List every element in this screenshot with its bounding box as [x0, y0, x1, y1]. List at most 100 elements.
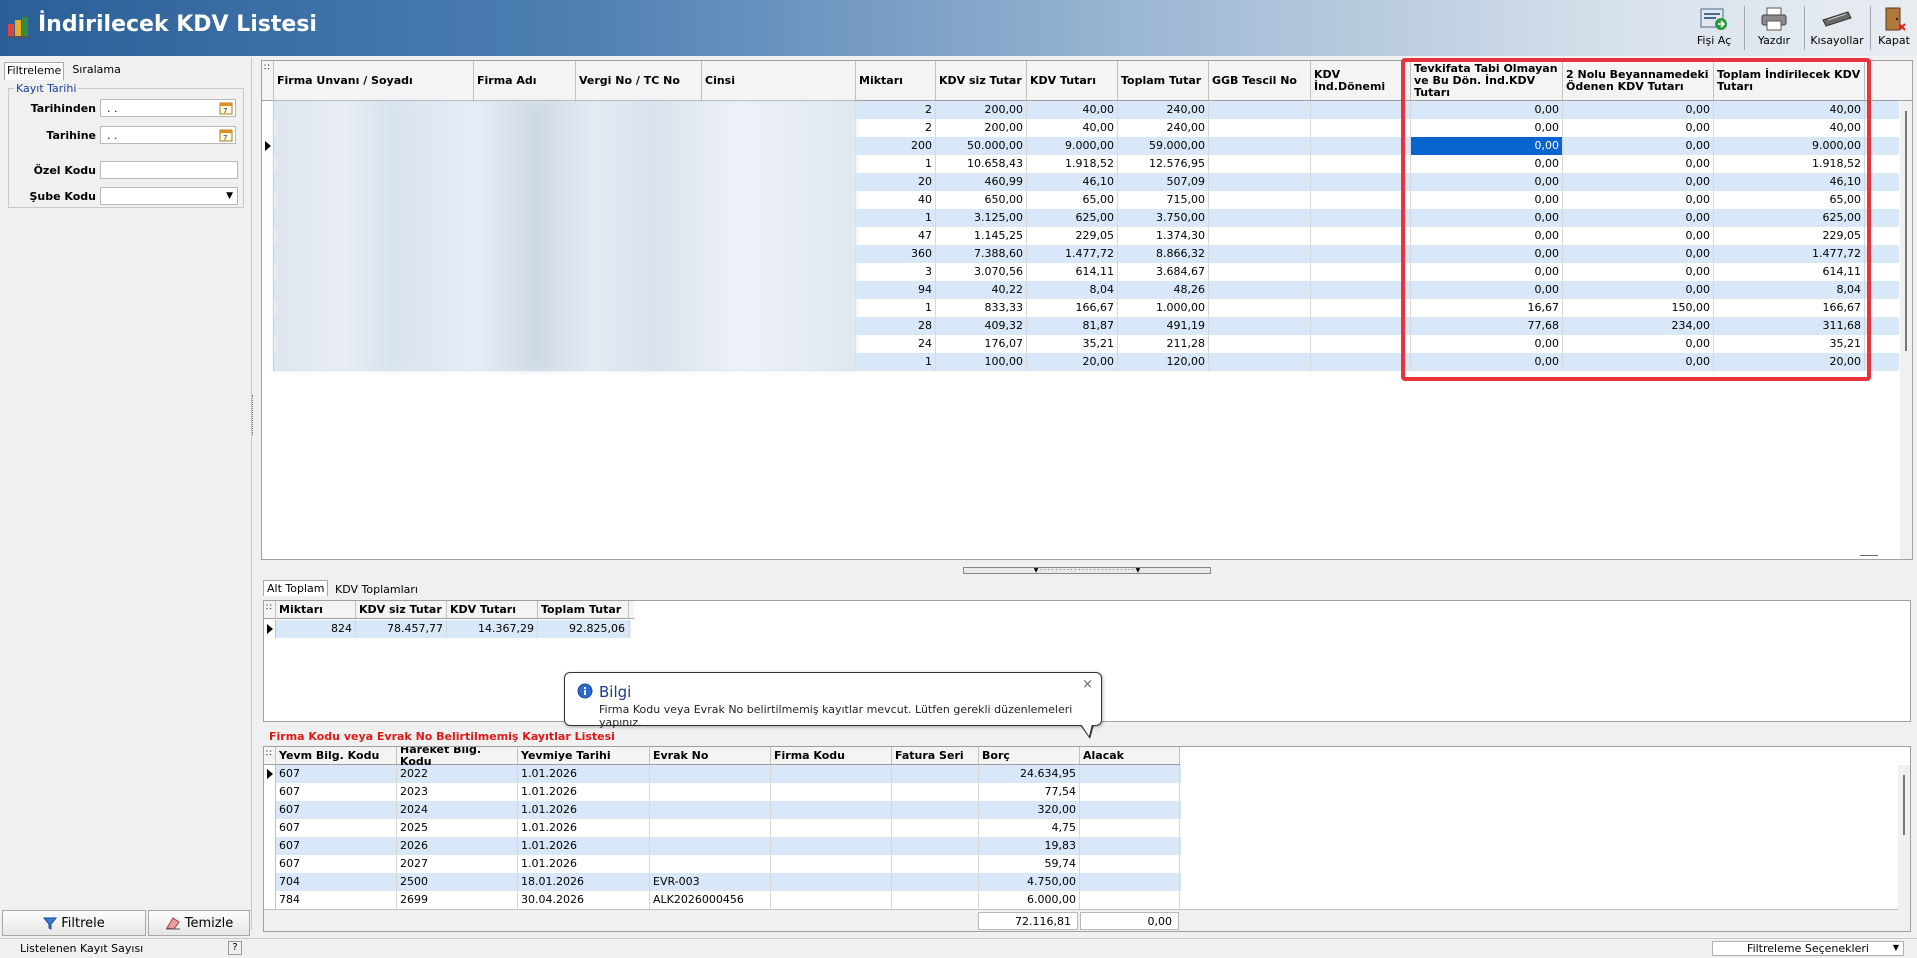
- toolbar-separator: [1870, 6, 1871, 50]
- col-toplam-tutar[interactable]: Toplam Tutar: [1118, 61, 1209, 100]
- cell: [1080, 765, 1180, 783]
- col-kdv-ind-donemi[interactable]: KDV İnd.Dönemi: [1311, 61, 1411, 100]
- help-button[interactable]: ?: [228, 941, 242, 955]
- cell: 2024: [397, 801, 518, 819]
- table-row[interactable]: 607 2023 1.01.2026 77,54: [264, 783, 1181, 801]
- cell: 200,00: [936, 119, 1027, 137]
- col-kdv-siz-tutar[interactable]: KDV siz Tutar: [936, 61, 1027, 100]
- cell: 704: [276, 873, 397, 891]
- tarihinden-input[interactable]: . . 7: [100, 99, 236, 117]
- tab-siralama[interactable]: Sıralama: [70, 62, 123, 80]
- cell: [892, 873, 979, 891]
- mcol-yevmiye-tarihi[interactable]: Yevmiye Tarihi: [518, 747, 650, 764]
- mcol-yevm-bilg-kodu[interactable]: Yevm Bilg. Kodu: [276, 747, 397, 764]
- cell: 12.576,95: [1118, 155, 1209, 173]
- col-miktari[interactable]: Miktarı: [856, 61, 936, 100]
- table-row[interactable]: 607 2022 1.01.2026 24.634,95: [264, 765, 1181, 783]
- row-indicator: [262, 137, 274, 155]
- sum-col-kdv-siz-tutar[interactable]: KDV siz Tutar: [356, 601, 447, 618]
- cell: 507,09: [1118, 173, 1209, 191]
- grid-vscrollbar[interactable]: [1900, 101, 1912, 559]
- keyboard-icon: [1822, 11, 1852, 27]
- cell: 59,74: [979, 855, 1080, 873]
- cell: 211,28: [1118, 335, 1209, 353]
- sube-kodu-label: Şube Kodu: [29, 190, 96, 203]
- summary-row[interactable]: 824 78.457,77 14.367,29 92.825,06: [264, 620, 631, 638]
- minimize-dash[interactable]: [1860, 555, 1878, 556]
- cell: 715,00: [1118, 191, 1209, 209]
- ozel-kodu-input[interactable]: [100, 161, 238, 179]
- shortcuts-button[interactable]: Kısayollar: [1806, 4, 1868, 52]
- balloon-close-icon[interactable]: ×: [1082, 677, 1093, 692]
- table-row[interactable]: 784 2699 30.04.2026 ALK2026000456 6.000,00: [264, 891, 1181, 909]
- ozel-kodu-label: Özel Kodu: [33, 164, 96, 177]
- cell: [771, 765, 892, 783]
- tab-kdv-toplamlari[interactable]: KDV Toplamları: [332, 582, 421, 597]
- open-voucher-button[interactable]: Fişi Aç: [1686, 4, 1742, 52]
- cell: 3.750,00: [1118, 209, 1209, 227]
- cell: 166,67: [1027, 299, 1118, 317]
- filtrele-button[interactable]: Filtrele: [2, 910, 146, 936]
- cell: [892, 783, 979, 801]
- row-indicator: [262, 119, 274, 137]
- col-vergi-no[interactable]: Vergi No / TC No: [576, 61, 702, 100]
- cell: 1.01.2026: [518, 765, 650, 783]
- row-indicator: [262, 299, 274, 317]
- table-row[interactable]: 607 2026 1.01.2026 19,83: [264, 837, 1181, 855]
- mcol-fatura-seri[interactable]: Fatura Seri: [892, 747, 979, 764]
- tarihine-input[interactable]: . . 7: [100, 126, 236, 144]
- row-indicator: [264, 765, 276, 783]
- tab-filtreleme[interactable]: Filtreleme: [4, 62, 65, 80]
- print-button[interactable]: Yazdır: [1746, 4, 1802, 52]
- mcol-firma-kodu[interactable]: Firma Kodu: [771, 747, 892, 764]
- sum-col-toplam-tutar[interactable]: Toplam Tutar: [538, 601, 629, 618]
- summary-corner: ∷: [264, 601, 276, 619]
- sube-kodu-select[interactable]: ▼: [100, 187, 238, 205]
- calendar-icon[interactable]: 7: [219, 101, 233, 115]
- mcol-evrak-no[interactable]: Evrak No: [650, 747, 771, 764]
- col-firma-unvani[interactable]: Firma Unvanı / Soyadı: [274, 61, 474, 100]
- scroll-thumb[interactable]: [1905, 111, 1907, 351]
- chevron-down-icon[interactable]: ▼: [1893, 943, 1899, 952]
- close-label: Kapat: [1878, 34, 1910, 47]
- splitter-handle[interactable]: [252, 395, 258, 435]
- cell: [1311, 317, 1411, 335]
- cell: [892, 819, 979, 837]
- cell: [650, 783, 771, 801]
- mcol-hareket-bilg-kodu[interactable]: Hareket Bilg. Kodu: [397, 747, 518, 767]
- table-row[interactable]: 607 2025 1.01.2026 4,75: [264, 819, 1181, 837]
- open-voucher-icon: [1700, 8, 1727, 30]
- cell: 1.01.2026: [518, 819, 650, 837]
- sum-col-kdv-tutari[interactable]: KDV Tutarı: [447, 601, 538, 618]
- cell: [1311, 155, 1411, 173]
- tab-alt-toplam[interactable]: Alt Toplam: [263, 580, 329, 596]
- cell: 240,00: [1118, 101, 1209, 119]
- table-row[interactable]: 607 2027 1.01.2026 59,74: [264, 855, 1181, 873]
- row-indicator: [264, 837, 276, 855]
- mcol-alacak[interactable]: Alacak: [1080, 747, 1180, 764]
- table-row[interactable]: 607 2024 1.01.2026 320,00: [264, 801, 1181, 819]
- cell: 48,26: [1118, 281, 1209, 299]
- cell: [1080, 873, 1180, 891]
- temizle-button[interactable]: Temizle: [148, 910, 250, 936]
- horizontal-splitter[interactable]: ▼ · · · · · · · · · · · · · · · · · · · …: [963, 567, 1211, 574]
- filter-options-dropdown[interactable]: Filtreleme Seçenekleri ▼: [1712, 941, 1904, 956]
- missing-vscrollbar[interactable]: [1898, 765, 1910, 931]
- close-button[interactable]: Kapat: [1872, 4, 1916, 52]
- col-firma-adi[interactable]: Firma Adı: [474, 61, 576, 100]
- scroll-thumb[interactable]: [1903, 775, 1905, 835]
- cell: [1209, 119, 1311, 137]
- col-ggb-tescil-no[interactable]: GGB Tescil No: [1209, 61, 1311, 100]
- calendar-icon[interactable]: 7: [219, 128, 233, 142]
- chevron-down-icon[interactable]: ▼: [226, 191, 233, 201]
- col-kdv-tutari[interactable]: KDV Tutarı: [1027, 61, 1118, 100]
- cell: [892, 801, 979, 819]
- col-cinsi[interactable]: Cinsi: [702, 61, 856, 100]
- cell: 2026: [397, 837, 518, 855]
- cell: 2023: [397, 783, 518, 801]
- mcol-borc[interactable]: Borç: [979, 747, 1080, 764]
- table-row[interactable]: 704 2500 18.01.2026 EVR-003 4.750,00: [264, 873, 1181, 891]
- sum-col-miktari[interactable]: Miktarı: [276, 601, 356, 618]
- total-borc: 72.116,81: [978, 912, 1078, 930]
- cell: [1311, 299, 1411, 317]
